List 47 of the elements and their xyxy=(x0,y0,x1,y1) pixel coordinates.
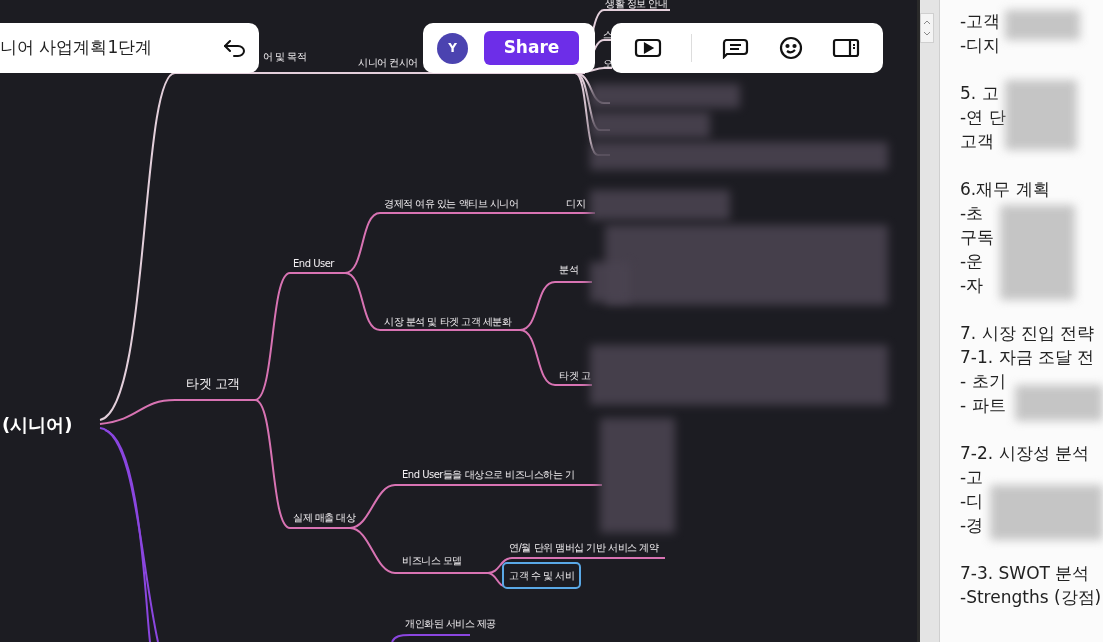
document-line: -초 xyxy=(960,202,984,225)
mind-map-node[interactable]: 어 및 목적 xyxy=(263,49,307,64)
document-line: -경 xyxy=(960,514,984,537)
document-line: -디 xyxy=(960,490,984,513)
smiley-icon[interactable] xyxy=(778,36,803,60)
play-icon[interactable] xyxy=(633,37,662,59)
document-line: -Strengths (강점): xyxy=(960,586,1103,609)
document-line: - 초기 xyxy=(960,370,1006,393)
comment-icon[interactable] xyxy=(721,37,750,59)
document-line: 7. 시장 진입 전략 xyxy=(960,322,1095,345)
document-line: 고객 xyxy=(960,130,994,153)
mind-map-node[interactable]: 생활 정보 안내 xyxy=(605,0,668,11)
document-line: -운 xyxy=(960,250,984,273)
document-line: -자 xyxy=(960,274,984,297)
document-line: 6.재무 계획 xyxy=(960,178,1050,201)
mind-map-node[interactable]: 실제 매출 대상 xyxy=(293,510,356,525)
user-avatar[interactable]: Y xyxy=(437,32,468,64)
mind-map-node[interactable]: 경제적 여유 있는 액티브 시니어 xyxy=(384,196,519,211)
mind-map-node[interactable]: 타겟 고 xyxy=(559,368,591,383)
mind-map-node[interactable]: 오 xyxy=(603,56,613,71)
mind-map-node[interactable]: 연/월 단위 맴버십 기반 서비스 계약 xyxy=(509,540,659,555)
mind-map-node[interactable]: 타겟 고객 xyxy=(186,374,240,394)
side-panel-icon[interactable] xyxy=(832,37,861,59)
mind-map-node[interactable]: 디지 xyxy=(566,196,585,211)
mind-map-node[interactable]: 비즈니스 모델 xyxy=(402,553,462,568)
document-line: 5. 고 xyxy=(960,82,999,105)
document-line: -디지 xyxy=(960,34,1001,57)
scroll-arrows-icon[interactable] xyxy=(920,13,934,43)
document-line: 7-3. SWOT 분석 xyxy=(960,562,1090,585)
document-line: 구독 xyxy=(960,226,994,249)
document-line: - 파트 xyxy=(960,394,1006,417)
mind-map-node[interactable]: 개인화된 서비스 제공 xyxy=(405,616,496,631)
document-title[interactable]: 니어 사업계획1단계 xyxy=(0,35,153,61)
root-node[interactable]: (시니어) xyxy=(2,411,73,438)
share-button[interactable]: Share xyxy=(484,31,579,65)
mind-map-node[interactable]: 고객 수 및 서비 xyxy=(502,562,582,589)
mind-map-node[interactable]: 시장 분석 및 타겟 고객 세분화 xyxy=(384,314,512,329)
document-line: 7-2. 시장성 분석 xyxy=(960,442,1089,465)
document-line: -고객 xyxy=(960,10,1001,33)
mind-map-node[interactable]: End User들을 대상으로 비즈니스하는 기 xyxy=(402,467,575,482)
mind-map-node[interactable]: End User xyxy=(293,256,334,271)
document-line: 7-1. 자금 조달 전 xyxy=(960,346,1095,369)
mind-map-node[interactable]: 시니어 컨시어 xyxy=(358,55,418,70)
mind-map-node[interactable]: 분석 xyxy=(559,262,578,277)
document-line: -고 xyxy=(960,466,984,489)
document-line: -연 단 xyxy=(960,106,1006,129)
blurred-region xyxy=(1005,80,1077,150)
